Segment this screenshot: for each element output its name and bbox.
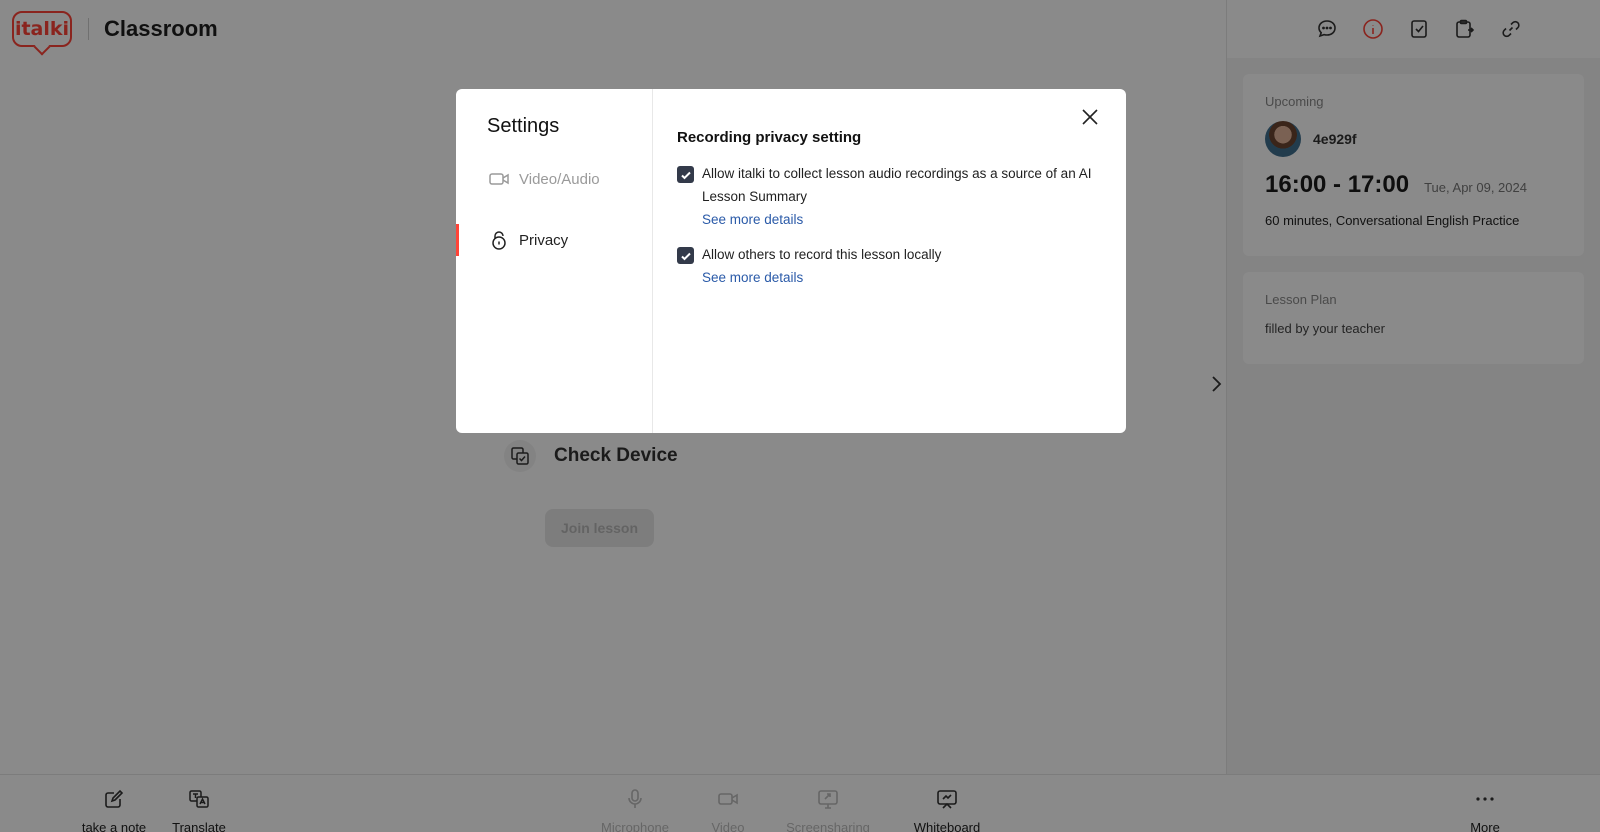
ai-summary-details-link[interactable]: See more details [702,208,1102,231]
section-title: Recording privacy setting [677,129,862,146]
local-recording-checkbox[interactable] [677,247,694,264]
local-recording-label: Allow others to record this lesson local… [702,247,942,262]
settings-nav: Settings Video/Audio Privacy [456,89,653,433]
checkmark-icon [680,171,691,179]
option-local-recording: Allow others to record this lesson local… [677,245,1102,289]
close-icon [1082,109,1098,125]
nav-privacy-label: Privacy [519,231,569,249]
checkmark-icon [680,252,691,260]
option-text: Allow italki to collect lesson audio rec… [702,162,1102,231]
nav-video-audio-label: Video/Audio [519,170,600,188]
nav-item-video-audio[interactable]: Video/Audio [456,163,654,195]
ai-summary-checkbox[interactable] [677,166,694,183]
video-camera-icon [487,167,511,191]
option-ai-summary: Allow italki to collect lesson audio rec… [677,164,1102,231]
local-recording-details-link[interactable]: See more details [702,266,1102,289]
close-button[interactable] [1078,105,1102,129]
settings-modal: Settings Video/Audio Privacy Recording p… [456,89,1126,433]
settings-title: Settings [487,115,560,137]
settings-content: Recording privacy setting Allow italki t… [653,89,1126,433]
ai-summary-label: Allow italki to collect lesson audio rec… [702,166,1092,204]
nav-item-privacy[interactable]: Privacy [456,224,654,256]
lock-icon [487,228,511,252]
option-text: Allow others to record this lesson local… [702,243,1102,289]
